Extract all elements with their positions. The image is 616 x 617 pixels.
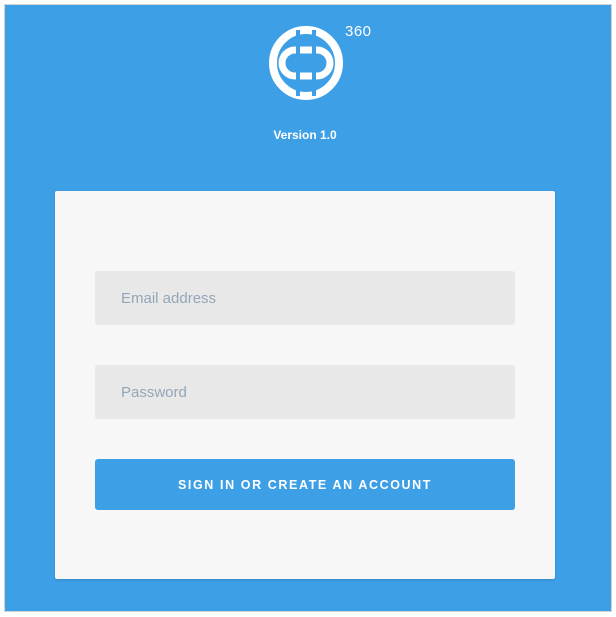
- version-label: Version 1.0: [273, 128, 337, 142]
- logo-suffix: 360: [345, 23, 372, 40]
- sign-in-button[interactable]: SIGN IN OR CREATE AN ACCOUNT: [95, 459, 515, 510]
- login-screen: 360 Version 1.0 SIGN IN OR CREATE AN ACC…: [4, 4, 612, 612]
- password-input[interactable]: [95, 365, 515, 419]
- email-input[interactable]: [95, 271, 515, 325]
- login-card: SIGN IN OR CREATE AN ACCOUNT: [55, 191, 555, 579]
- ring-logo-icon: [266, 23, 346, 103]
